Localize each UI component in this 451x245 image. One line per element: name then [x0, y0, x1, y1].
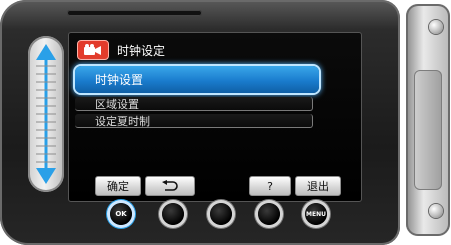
- updown-arrow-icon: [36, 44, 56, 184]
- ok-label: OK: [115, 210, 127, 218]
- camcorder-body: 时钟设定 时钟设置 区域设置 设定夏时制 确定 ? 退出 OK MENU: [0, 0, 400, 245]
- hinge-inner: [414, 70, 442, 190]
- confirm-button[interactable]: 确定: [95, 176, 141, 196]
- back-button[interactable]: [145, 176, 195, 196]
- lcd-screen: 时钟设定 时钟设置 区域设置 设定夏时制 确定 ? 退出: [68, 32, 362, 202]
- return-arrow-icon: [162, 180, 178, 191]
- screw-icon: [429, 204, 443, 218]
- menu-label: MENU: [306, 210, 326, 218]
- help-button[interactable]: ?: [249, 176, 291, 196]
- screw-icon: [429, 20, 443, 34]
- menu-item-label: 区域设置: [95, 97, 139, 111]
- top-slot: [67, 10, 202, 16]
- hardware-button-2[interactable]: [162, 203, 184, 225]
- menu-item-dst-setting[interactable]: 设定夏时制: [75, 114, 313, 128]
- touch-slider[interactable]: [28, 36, 64, 192]
- menu-button[interactable]: MENU: [305, 203, 327, 225]
- menu-item-label: 设定夏时制: [95, 114, 150, 128]
- hardware-button-4[interactable]: [258, 203, 280, 225]
- menu-item-area-setting[interactable]: 区域设置: [75, 97, 313, 111]
- help-label: ?: [267, 179, 273, 193]
- camera-mode-icon: [77, 40, 109, 60]
- screen-header: 时钟设定: [77, 39, 165, 61]
- hardware-button-3[interactable]: [210, 203, 232, 225]
- exit-button[interactable]: 退出: [295, 176, 341, 196]
- menu-item-clock-setting[interactable]: 时钟设置: [75, 66, 319, 93]
- exit-label: 退出: [307, 180, 329, 193]
- screen-title: 时钟设定: [117, 43, 166, 58]
- confirm-label: 确定: [107, 180, 129, 193]
- ok-button[interactable]: OK: [110, 203, 132, 225]
- menu-item-label: 时钟设置: [95, 73, 144, 87]
- hinge: [400, 0, 451, 245]
